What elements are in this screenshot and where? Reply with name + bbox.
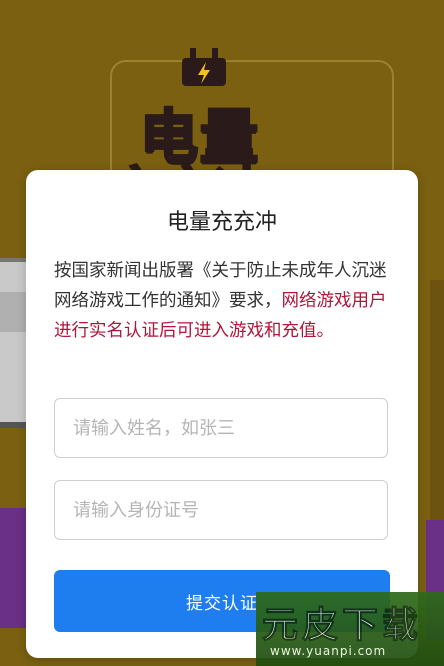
watermark-logo-text: 元皮下载	[261, 605, 423, 647]
name-input[interactable]	[54, 398, 388, 458]
id-number-input[interactable]	[54, 480, 388, 540]
anti-addiction-notice: 按国家新闻出版署《关于防止未成年人沉迷网络游戏工作的通知》要求，网络游戏用户进行…	[54, 256, 394, 346]
dialog-title: 电量充充冲	[166, 210, 277, 235]
site-watermark: 元皮下载 www.yuanpi.com	[256, 592, 444, 666]
watermark-url: www.yuanpi.com	[270, 644, 387, 658]
realname-auth-dialog: 电量充充冲 按国家新闻出版署《关于防止未成年人沉迷网络游戏工作的通知》要求，网络…	[26, 170, 418, 658]
